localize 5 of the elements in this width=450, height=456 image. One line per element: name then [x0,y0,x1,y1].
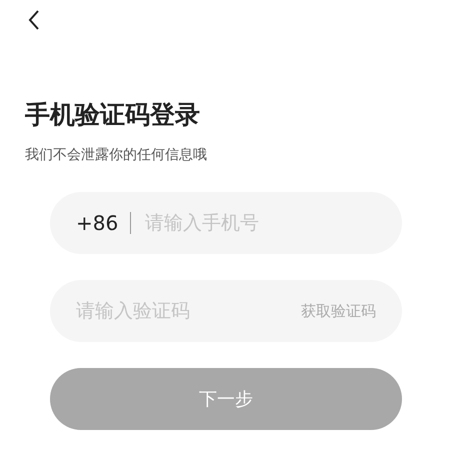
back-icon [28,10,40,30]
country-code[interactable]: +86 [76,211,118,235]
subtitle: 我们不会泄露你的任何信息哦 [25,146,208,165]
page-title: 手机验证码登录 [25,99,201,131]
get-code-link[interactable]: 获取验证码 [301,302,376,320]
